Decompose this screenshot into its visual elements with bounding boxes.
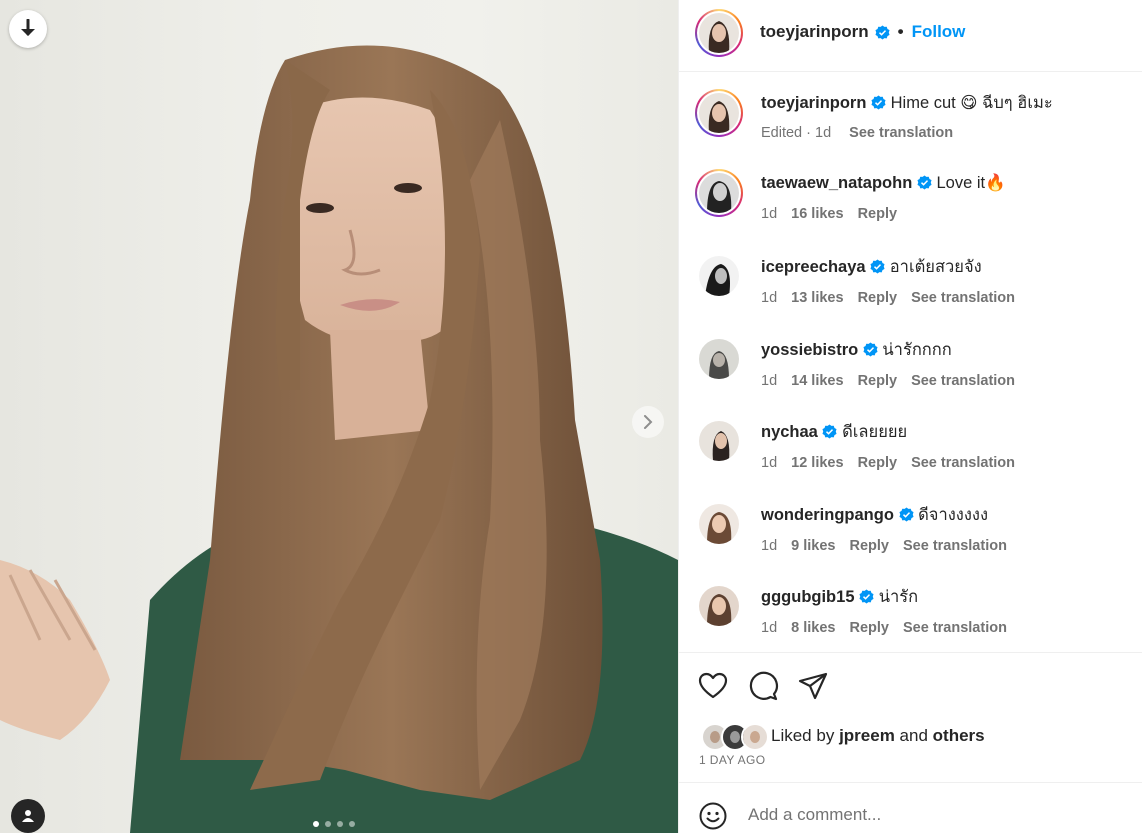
- comment-username[interactable]: toeyjarinporn: [761, 94, 866, 112]
- comment-bubble-icon[interactable]: [747, 670, 779, 702]
- comment-username[interactable]: nychaa: [761, 423, 818, 441]
- verified-badge-icon: [898, 507, 914, 522]
- comment-time[interactable]: 1d: [761, 373, 777, 389]
- paper-plane-icon[interactable]: [797, 670, 829, 702]
- comment-time[interactable]: 1d: [761, 620, 777, 636]
- avatar: [741, 723, 769, 751]
- comment-text: Love it🔥: [936, 174, 1006, 192]
- verified-badge-icon: [871, 95, 886, 110]
- comment-likes[interactable]: 12 likes: [791, 455, 843, 471]
- reply-button[interactable]: Reply: [858, 206, 898, 222]
- reply-button[interactable]: Reply: [858, 290, 898, 306]
- likes-summary: Liked by jpreem and others: [701, 723, 985, 751]
- comment-list[interactable]: toeyjarinporn Hime cut 😋 ฉีบๆ ฮิเมะ Edit…: [679, 72, 1142, 652]
- comment-likes[interactable]: 16 likes: [791, 206, 843, 222]
- post-photo: [0, 45, 678, 833]
- see-translation-link[interactable]: See translation: [911, 290, 1015, 306]
- avatar[interactable]: [699, 421, 739, 461]
- liked-by-and: and: [899, 726, 928, 745]
- see-translation-link[interactable]: See translation: [911, 455, 1015, 471]
- comment-text: น่ารัก: [878, 588, 919, 606]
- verified-badge-icon: [870, 259, 885, 274]
- carousel-dot: [349, 821, 355, 827]
- comment-time[interactable]: 1d: [815, 125, 831, 141]
- smiley-icon[interactable]: [699, 802, 727, 830]
- header-separator: •: [897, 22, 904, 41]
- comment-text: Hime cut 😋 ฉีบๆ ฮิเมะ: [890, 94, 1053, 112]
- download-arrow-icon: [21, 19, 35, 36]
- avatar[interactable]: [699, 586, 739, 626]
- avatar[interactable]: [699, 504, 739, 544]
- carousel-dot: [325, 821, 331, 827]
- post-side-panel: toeyjarinporn • Follow toeyjarinporn Him…: [678, 0, 1142, 833]
- comment-username[interactable]: wonderingpango: [761, 506, 894, 524]
- download-button[interactable]: [9, 10, 47, 48]
- comment-text: อาเต้ยสวยจัง: [889, 258, 982, 276]
- reply-button[interactable]: Reply: [849, 538, 889, 554]
- see-translation-link[interactable]: See translation: [903, 538, 1007, 554]
- carousel-dot-active: [313, 821, 319, 827]
- reply-button[interactable]: Reply: [849, 620, 889, 636]
- post-actions: Liked by jpreem and others 1 DAY AGO: [679, 652, 1142, 783]
- comment-likes[interactable]: 8 likes: [791, 620, 835, 636]
- avatar: [699, 173, 739, 213]
- comment-likes[interactable]: 13 likes: [791, 290, 843, 306]
- verified-badge-icon: [917, 175, 932, 190]
- author-username[interactable]: toeyjarinporn: [760, 22, 869, 42]
- verified-badge-icon: [863, 342, 878, 357]
- avatar: [699, 13, 739, 53]
- comment-username[interactable]: gggubgib15: [761, 588, 855, 606]
- comment-likes[interactable]: 9 likes: [791, 538, 835, 554]
- heart-icon[interactable]: [697, 670, 729, 702]
- post-header: toeyjarinporn • Follow: [679, 0, 1142, 72]
- comment-time[interactable]: 1d: [761, 206, 777, 222]
- comment-time[interactable]: 1d: [761, 538, 777, 554]
- tagged-people-button[interactable]: [11, 799, 45, 833]
- caption-avatar-ring[interactable]: [695, 89, 743, 137]
- comment-avatar-ring[interactable]: [695, 169, 743, 217]
- liked-by-others[interactable]: others: [933, 726, 985, 746]
- comment-text: น่ารักกกก: [882, 341, 952, 359]
- add-comment-input[interactable]: [748, 805, 1118, 825]
- edited-label: Edited: [761, 125, 803, 141]
- reply-button[interactable]: Reply: [858, 373, 898, 389]
- comment-time[interactable]: 1d: [761, 455, 777, 471]
- comment-username[interactable]: yossiebistro: [761, 341, 858, 359]
- comment-text: ดีเลยยยย: [842, 423, 908, 441]
- reply-button[interactable]: Reply: [858, 455, 898, 471]
- comment-composer: [679, 782, 1142, 834]
- liked-by-user[interactable]: jpreem: [839, 726, 895, 746]
- see-translation-link[interactable]: See translation: [849, 125, 953, 141]
- carousel-indicator: [313, 821, 355, 827]
- see-translation-link[interactable]: See translation: [911, 373, 1015, 389]
- comment-username[interactable]: icepreechaya: [761, 258, 866, 276]
- comment-username[interactable]: taewaew_natapohn: [761, 174, 912, 192]
- verified-badge-icon: [822, 424, 837, 439]
- liked-by-label: Liked by: [771, 726, 835, 745]
- avatar[interactable]: [699, 256, 739, 296]
- comment-text: ดีจางงงงง: [918, 506, 989, 524]
- carousel-next-button[interactable]: [632, 406, 664, 438]
- post-timestamp[interactable]: 1 DAY AGO: [699, 753, 766, 767]
- comment-time[interactable]: 1d: [761, 290, 777, 306]
- comment-likes[interactable]: 14 likes: [791, 373, 843, 389]
- see-translation-link[interactable]: See translation: [903, 620, 1007, 636]
- person-tag-icon: [22, 810, 34, 822]
- verified-badge-icon: [859, 589, 874, 604]
- post-media[interactable]: [0, 0, 678, 833]
- carousel-dot: [337, 821, 343, 827]
- avatar: [699, 93, 739, 133]
- verified-badge-icon: [875, 24, 890, 40]
- story-ring[interactable]: [695, 9, 743, 57]
- avatar[interactable]: [699, 339, 739, 379]
- chevron-right-icon: [644, 415, 653, 429]
- follow-button[interactable]: Follow: [912, 22, 966, 42]
- liked-by-avatars[interactable]: [701, 723, 769, 751]
